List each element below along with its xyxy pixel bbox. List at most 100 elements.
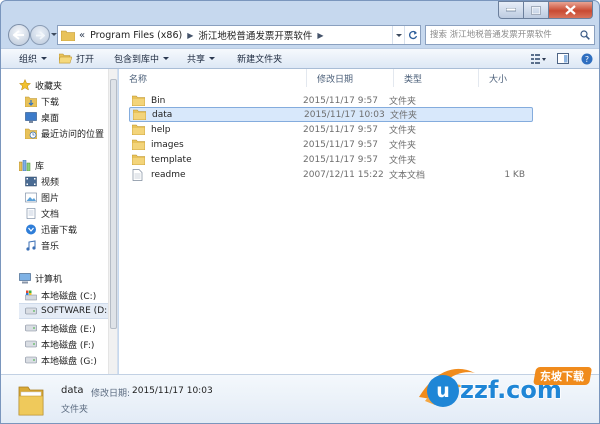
folder-icon <box>132 95 145 107</box>
file-name: data <box>152 109 173 120</box>
file-date: 2015/11/17 9:57 <box>303 124 378 135</box>
organize-label: 组织 <box>19 55 38 65</box>
maximize-button[interactable] <box>524 1 549 19</box>
nav-item-label: 本地磁盘 (F:) <box>41 340 95 351</box>
scrollbar-thumb[interactable] <box>110 79 117 329</box>
details-modified-label: 修改日期: <box>91 389 131 399</box>
svg-text:u: u <box>436 380 450 402</box>
arrow-right-icon <box>36 30 45 40</box>
nav-item-label: 音乐 <box>41 241 60 252</box>
share-button[interactable]: 共享 <box>175 49 221 68</box>
file-row-selected[interactable]: data 2015/11/17 10:03 文件夹 <box>129 107 533 122</box>
nav-item-label: 视频 <box>41 177 60 188</box>
chevron-down-icon <box>41 57 48 60</box>
nav-drive-d[interactable]: SOFTWARE (D:) <box>19 303 111 319</box>
documents-icon <box>25 207 37 219</box>
new-folder-label: 新建文件夹 <box>237 55 283 65</box>
nav-item-downloads[interactable]: 下载 <box>25 93 117 109</box>
file-row[interactable]: readme 2007/12/11 15:22 文本文档 1 KB <box>129 167 533 182</box>
nav-item-music[interactable]: 音乐 <box>25 237 117 253</box>
column-header-type[interactable]: 类型 <box>394 69 479 87</box>
nav-item-label: 迅雷下载 <box>41 225 78 236</box>
nav-item-label: 最近访问的位置 <box>41 129 105 140</box>
nav-favorites-label: 收藏夹 <box>35 81 63 92</box>
music-icon <box>25 239 37 251</box>
minimize-button[interactable] <box>498 1 524 19</box>
include-in-library-button[interactable]: 包含到库中 <box>100 49 175 68</box>
chevron-right-icon[interactable]: ▶ <box>317 31 323 40</box>
details-modified-value: 2015/11/17 10:03 <box>132 386 213 396</box>
search-box <box>425 25 595 45</box>
file-date: 2015/11/17 9:57 <box>303 95 378 106</box>
nav-item-desktop[interactable]: 桌面 <box>25 109 117 125</box>
forward-button[interactable] <box>30 25 50 45</box>
nav-item-pictures[interactable]: 图片 <box>25 189 117 205</box>
back-button[interactable] <box>8 24 30 46</box>
drive-icon <box>25 322 37 334</box>
folder-icon <box>61 30 75 41</box>
nav-item-label: 本地磁盘 (E:) <box>41 324 96 335</box>
navpane-scrollbar[interactable] <box>108 69 117 374</box>
include-in-library-label: 包含到库中 <box>114 55 160 65</box>
nav-drive-g[interactable]: 本地磁盘 (G:) <box>25 352 117 368</box>
nav-drive-f[interactable]: 本地磁盘 (F:) <box>25 336 117 352</box>
open-folder-icon <box>59 53 73 64</box>
file-date: 2015/11/17 9:57 <box>303 139 378 150</box>
organize-button[interactable]: 组织 <box>1 49 53 68</box>
breadcrumb-current-folder[interactable]: 浙江地税普通发票开票软件 <box>198 28 312 42</box>
file-type: 文本文档 <box>389 171 426 181</box>
nav-item-videos[interactable]: 视频 <box>25 173 117 189</box>
refresh-button[interactable] <box>404 26 420 44</box>
address-bar[interactable]: « Program Files (x86) ▶ 浙江地税普通发票开票软件 ▶ <box>57 25 421 45</box>
nav-computer[interactable]: 计算机 <box>19 270 117 286</box>
uzzf-watermark-logo: u zzf.com 东坡下载 <box>419 367 592 407</box>
column-header-row: 名称 修改日期 类型 大小 <box>119 69 599 87</box>
search-input[interactable] <box>430 27 580 43</box>
file-list: 名称 修改日期 类型 大小 Bin 2015/11/17 9:57 文件夹 da… <box>119 69 599 374</box>
close-button[interactable] <box>549 1 593 19</box>
folder-icon <box>132 139 145 151</box>
nav-item-documents[interactable]: 文档 <box>25 205 117 221</box>
file-row[interactable]: images 2015/11/17 9:57 文件夹 <box>129 137 533 152</box>
nav-item-recent-places[interactable]: 最近访问的位置 <box>25 125 117 141</box>
minimize-icon <box>506 8 516 12</box>
breadcrumb-program-files[interactable]: Program Files (x86) <box>90 30 182 41</box>
video-icon <box>25 175 37 187</box>
nav-libraries[interactable]: 库 <box>19 157 117 173</box>
file-date: 2015/11/17 10:03 <box>304 109 385 120</box>
nav-item-xunlei-downloads[interactable]: 迅雷下载 <box>25 221 117 237</box>
address-dropdown[interactable] <box>392 26 404 44</box>
nav-drive-e[interactable]: 本地磁盘 (E:) <box>25 320 117 336</box>
file-row[interactable]: help 2015/11/17 9:57 文件夹 <box>129 122 533 137</box>
file-type: 文件夹 <box>389 156 417 166</box>
preview-pane-button[interactable] <box>553 51 573 67</box>
change-view-button[interactable] <box>529 51 549 67</box>
folder-icon <box>132 154 145 166</box>
open-button[interactable]: 打开 <box>53 49 100 68</box>
help-button[interactable]: ? <box>577 51 597 67</box>
explorer-window: « Program Files (x86) ▶ 浙江地税普通发票开票软件 ▶ 组… <box>0 0 600 424</box>
file-date: 2015/11/17 9:57 <box>303 154 378 165</box>
nav-item-label: 本地磁盘 (C:) <box>41 291 97 302</box>
drive-icon <box>25 305 37 317</box>
folder-icon <box>133 109 146 121</box>
nav-item-label: 图片 <box>41 193 60 204</box>
arrow-left-icon <box>13 30 24 40</box>
preview-pane-icon <box>557 53 569 64</box>
file-name: help <box>151 124 171 135</box>
file-row[interactable]: template 2015/11/17 9:57 文件夹 <box>129 152 533 167</box>
chevron-right-icon[interactable]: ▶ <box>187 31 193 40</box>
column-header-name[interactable]: 名称 <box>119 69 307 87</box>
library-icon <box>19 159 31 171</box>
nav-libraries-label: 库 <box>35 161 45 172</box>
nav-drive-c[interactable]: 本地磁盘 (C:) <box>25 287 117 303</box>
pictures-icon <box>25 191 37 203</box>
search-icon[interactable] <box>580 30 590 40</box>
column-header-size[interactable]: 大小 <box>479 69 599 87</box>
nav-favorites[interactable]: 收藏夹 <box>19 77 117 93</box>
chevron-double-left-icon[interactable]: « <box>79 30 85 41</box>
file-row[interactable]: Bin 2015/11/17 9:57 文件夹 <box>129 93 533 108</box>
maximize-icon <box>531 5 541 15</box>
column-header-date-modified[interactable]: 修改日期 <box>307 69 394 87</box>
new-folder-button[interactable]: 新建文件夹 <box>221 49 288 68</box>
